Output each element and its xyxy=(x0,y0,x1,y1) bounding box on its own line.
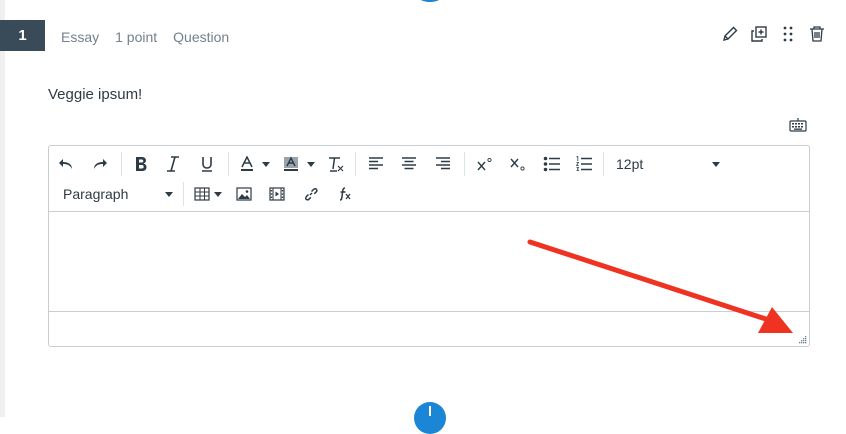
delete-button[interactable] xyxy=(807,24,827,44)
toolbar-row-2: Paragraph xyxy=(49,179,362,209)
chevron-down-icon xyxy=(165,191,173,197)
link-icon xyxy=(305,188,318,201)
insert-image-button[interactable] xyxy=(228,181,260,207)
text-color-button[interactable] xyxy=(233,151,277,177)
align-left-button[interactable] xyxy=(360,151,392,177)
redo-icon xyxy=(94,159,107,169)
clear-formatting-icon xyxy=(329,157,344,172)
text-color-icon xyxy=(241,156,253,171)
undo-icon xyxy=(59,159,72,169)
question-points: 1 point xyxy=(115,29,158,45)
underline-icon xyxy=(202,157,212,172)
numbered-list-button[interactable] xyxy=(569,151,599,177)
resize-handle[interactable] xyxy=(797,334,807,344)
duplicate-button[interactable] xyxy=(749,24,769,44)
editor-status-bar xyxy=(49,312,809,346)
chevron-down-icon xyxy=(214,191,222,197)
question-number-badge: 1 xyxy=(0,20,45,51)
align-center-button[interactable] xyxy=(392,151,426,177)
equation-icon xyxy=(339,187,351,201)
italic-icon xyxy=(167,156,179,172)
trash-icon xyxy=(810,26,824,42)
background-color-icon xyxy=(284,156,298,171)
background-color-button[interactable] xyxy=(277,151,321,177)
align-right-button[interactable] xyxy=(426,151,460,177)
drag-handle-icon xyxy=(783,26,793,42)
image-icon xyxy=(236,187,252,201)
superscript-button[interactable] xyxy=(469,151,501,177)
toolbar-separator xyxy=(228,152,229,176)
chevron-down-icon xyxy=(712,161,720,167)
align-right-icon xyxy=(436,157,450,170)
undo-button[interactable] xyxy=(49,151,83,177)
underline-button[interactable] xyxy=(190,151,224,177)
add-question-bottom-button[interactable] xyxy=(414,402,446,434)
rich-text-editor: 12pt Paragraph xyxy=(48,145,810,347)
italic-button[interactable] xyxy=(156,151,190,177)
edit-button[interactable] xyxy=(720,24,740,44)
question-prompt: Veggie ipsum! xyxy=(48,86,143,103)
question-type: Essay xyxy=(61,29,100,45)
toolbar-row-1: 12pt xyxy=(49,149,726,179)
duplicate-icon xyxy=(751,26,767,42)
keyboard-shortcuts-button[interactable] xyxy=(789,117,807,133)
clear-formatting-button[interactable] xyxy=(321,151,351,177)
font-size-value: 12pt xyxy=(616,156,644,172)
toolbar-separator xyxy=(183,182,184,206)
superscript-icon xyxy=(477,157,492,171)
redo-button[interactable] xyxy=(83,151,117,177)
insert-link-button[interactable] xyxy=(294,181,328,207)
table-icon xyxy=(194,187,210,201)
subscript-button[interactable] xyxy=(501,151,535,177)
question-label: Question xyxy=(173,29,230,45)
block-format-select[interactable]: Paragraph xyxy=(53,181,179,207)
insert-media-button[interactable] xyxy=(260,181,294,207)
align-center-icon xyxy=(402,157,416,170)
bold-button[interactable] xyxy=(126,151,156,177)
bullet-list-icon xyxy=(543,156,560,172)
add-question-top-button[interactable] xyxy=(416,0,444,2)
resize-handle-icon xyxy=(799,336,807,344)
toolbar-separator xyxy=(121,152,122,176)
numbered-list-icon xyxy=(575,156,592,171)
insert-equation-button[interactable] xyxy=(328,181,362,207)
toolbar-separator xyxy=(603,152,604,176)
editor-content-area[interactable] xyxy=(49,211,809,312)
bullet-list-button[interactable] xyxy=(535,151,569,177)
left-rail xyxy=(0,0,5,417)
toolbar-separator xyxy=(464,152,465,176)
media-icon xyxy=(269,187,285,201)
drag-handle[interactable] xyxy=(778,24,798,44)
align-left-icon xyxy=(369,157,383,170)
block-format-value: Paragraph xyxy=(63,186,129,202)
edit-pencil-icon xyxy=(723,26,738,41)
font-size-select[interactable]: 12pt xyxy=(610,151,726,177)
chevron-down-icon xyxy=(262,161,270,167)
keyboard-icon xyxy=(789,118,807,132)
subscript-icon xyxy=(510,158,525,171)
table-button[interactable] xyxy=(188,181,228,207)
chevron-down-icon xyxy=(307,161,315,167)
question-meta: Essay 1 point Question xyxy=(61,29,229,45)
toolbar-separator xyxy=(355,152,356,176)
bold-icon xyxy=(136,157,147,171)
question-actions xyxy=(720,24,827,44)
question-number: 1 xyxy=(18,27,27,44)
